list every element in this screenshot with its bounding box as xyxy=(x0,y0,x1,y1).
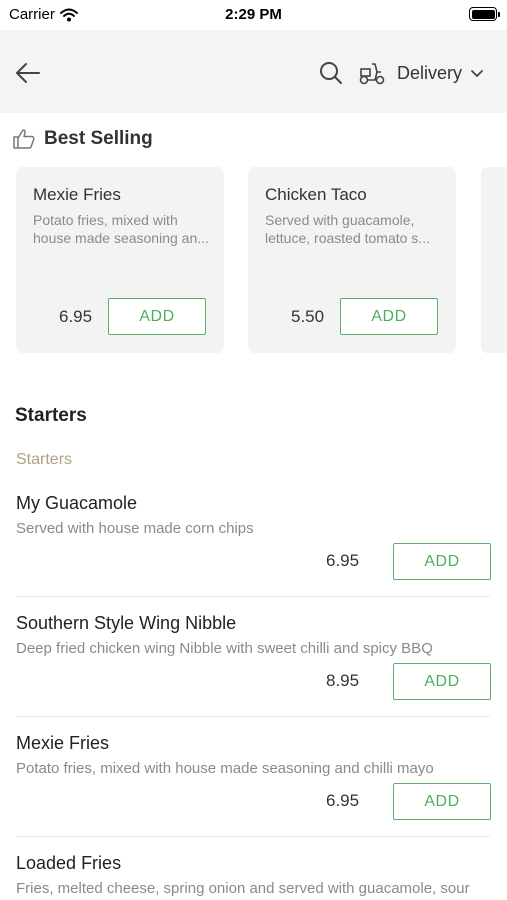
back-button[interactable] xyxy=(12,57,44,89)
item-description: Served with guacamole, lettuce, roasted … xyxy=(265,212,430,246)
navigation-bar: Delivery xyxy=(0,30,507,113)
item-name: Southern Style Wing Nibble xyxy=(16,613,237,633)
menu-item[interactable]: Loaded Fries Fries, melted cheese, sprin… xyxy=(0,853,507,900)
item-description: Fries, melted cheese, spring onion and s… xyxy=(16,880,470,897)
item-description: Potato fries, mixed with house made seas… xyxy=(33,212,209,246)
best-selling-title: Best Selling xyxy=(44,128,153,149)
menu-item[interactable]: My Guacamole Served with house made corn… xyxy=(0,493,507,613)
add-button[interactable]: ADD xyxy=(393,663,491,700)
back-arrow-icon xyxy=(16,63,40,83)
item-name: Mexie Fries xyxy=(33,185,121,204)
best-selling-card[interactable]: Mexie Fries Potato fries, mixed with hou… xyxy=(16,167,224,353)
menu-item[interactable]: Southern Style Wing Nibble Deep fried ch… xyxy=(0,613,507,733)
item-name: Loaded Fries xyxy=(16,853,122,873)
status-bar: Carrier 2:29 PM xyxy=(0,0,507,30)
item-price: 6.95 xyxy=(59,307,93,326)
clock: 2:29 PM xyxy=(225,6,282,23)
item-description: Deep fried chicken wing Nibble with swee… xyxy=(16,640,433,657)
menu-item[interactable]: Mexie Fries Potato fries, mixed with hou… xyxy=(0,733,507,853)
delivery-mode-label: Delivery xyxy=(397,62,463,83)
divider xyxy=(16,596,490,597)
add-button[interactable]: ADD xyxy=(393,543,491,580)
category-heading: Starters xyxy=(15,405,87,426)
category-subheading: Starters xyxy=(16,451,73,468)
add-button[interactable]: ADD xyxy=(108,298,206,335)
item-price: 6.95 xyxy=(326,791,360,810)
best-selling-header: Best Selling xyxy=(12,128,153,150)
divider xyxy=(16,836,490,837)
item-name: Mexie Fries xyxy=(16,733,110,753)
search-icon[interactable] xyxy=(318,60,344,86)
item-description: Potato fries, mixed with house made seas… xyxy=(16,760,434,777)
divider xyxy=(16,716,490,717)
battery-icon xyxy=(469,7,500,21)
best-selling-card-peek[interactable] xyxy=(481,167,507,353)
item-name: My Guacamole xyxy=(16,493,138,513)
thumbs-up-icon xyxy=(13,129,35,149)
chevron-down-icon xyxy=(471,70,483,77)
delivery-mode-selector[interactable]: Delivery xyxy=(397,60,484,86)
scooter-delivery-icon xyxy=(359,63,385,85)
add-button[interactable]: ADD xyxy=(393,783,491,820)
item-price: 5.50 xyxy=(291,307,325,326)
item-name: Chicken Taco xyxy=(265,185,367,204)
item-price: 8.95 xyxy=(326,671,360,690)
item-price: 6.95 xyxy=(326,551,360,570)
add-button[interactable]: ADD xyxy=(340,298,438,335)
item-description: Served with house made corn chips xyxy=(16,520,254,537)
best-selling-card[interactable]: Chicken Taco Served with guacamole, lett… xyxy=(248,167,456,353)
